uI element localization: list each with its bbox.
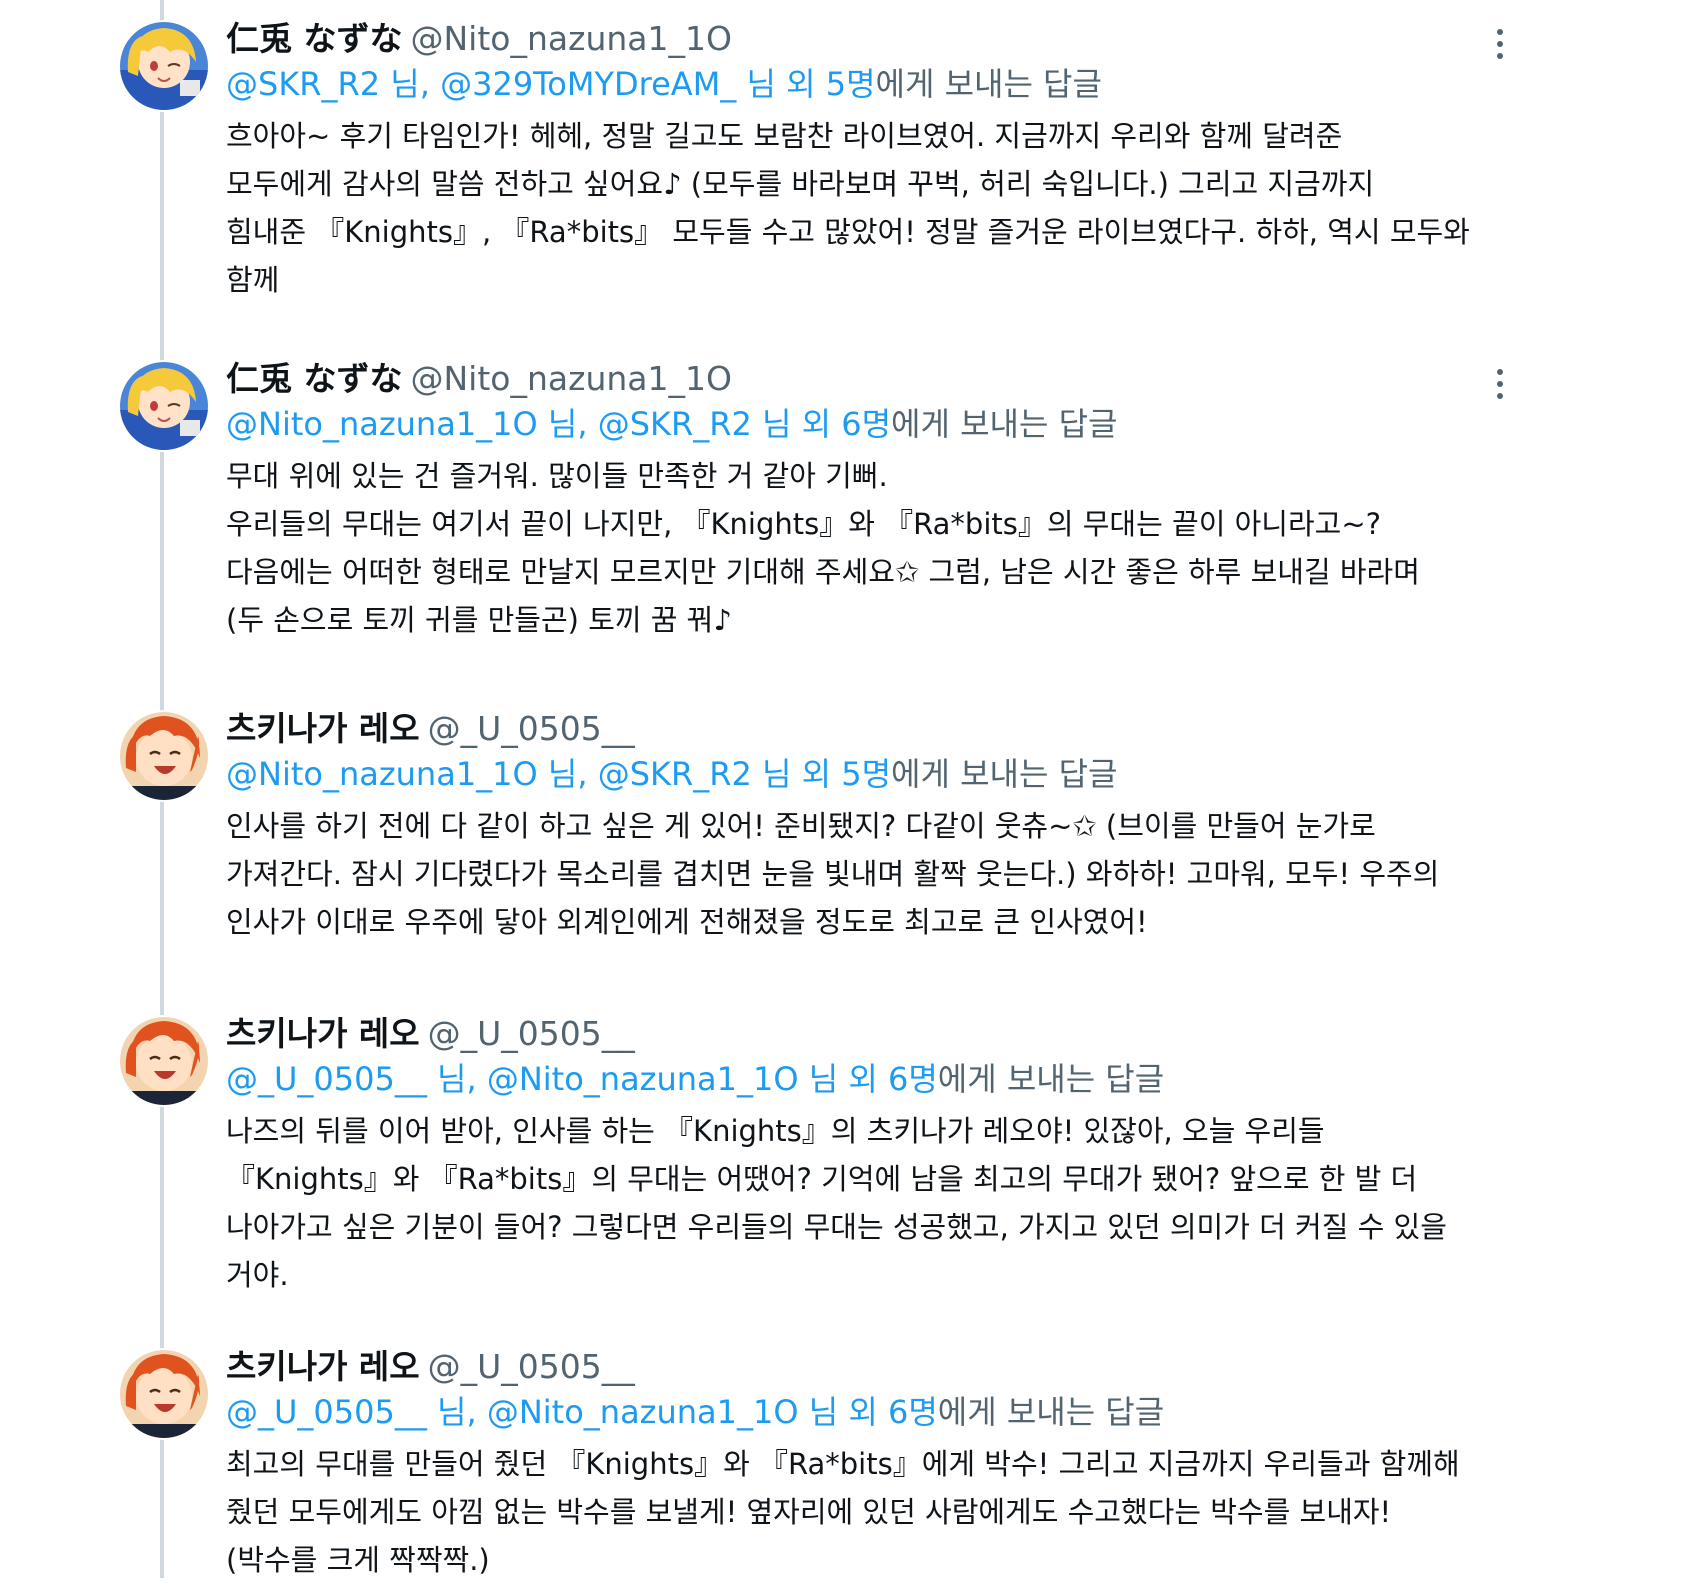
tweet-text-line: 거야. xyxy=(226,1258,289,1292)
reply-to-line: @_U_0505__ 님, @Nito_nazuna1_1O 님 외 6명에게 … xyxy=(226,1390,1556,1434)
others-count-link[interactable]: 5명 xyxy=(826,65,876,103)
others-count-link[interactable]: 6명 xyxy=(888,1393,938,1431)
tweet-text: 인사를 하기 전에 다 같이 하고 싶은 게 있어! 준비됐지? 다같이 웃츄~… xyxy=(226,802,1556,946)
author-handle[interactable]: @Nito_nazuna1_1O xyxy=(411,19,732,58)
reply-suffix: 에게 보내는 답글 xyxy=(937,1393,1165,1431)
tweet-text-line: 줬던 모두에게도 아낌 없는 박수를 보낼게! 옆자리에 있던 사람에게도 수고… xyxy=(226,1495,1392,1529)
others-count-link[interactable]: 5명 xyxy=(841,755,891,793)
mention-link[interactable]: @_U_0505__ xyxy=(226,1060,427,1098)
reply-suffix: 에게 보내는 답글 xyxy=(891,405,1118,443)
avatar[interactable] xyxy=(118,360,210,452)
author-handle[interactable]: @_U_0505__ xyxy=(428,1347,635,1386)
tweet-text-line: 최고의 무대를 만들어 줬던 『Knights』와 『Ra*bits』에게 박수… xyxy=(226,1447,1460,1481)
author-name[interactable]: 仁兎 なずな xyxy=(226,19,403,58)
tweet-text-line: (박수를 크게 짝짝짝.) xyxy=(226,1543,490,1577)
reply-to-line: @SKR_R2 님, @329ToMYDreAM_ 님 외 5명에게 보내는 답… xyxy=(226,62,1556,106)
reply-separator: 님, xyxy=(537,405,598,443)
tweet-text-line: 가져간다. 잠시 기다렸다가 목소리를 겹치면 눈을 빛내며 활짝 웃는다.) … xyxy=(226,857,1440,891)
tweet-text-line: 다음에는 어떠한 형태로 만날지 모르지만 기대해 주세요✩ 그럼, 남은 시간… xyxy=(226,555,1420,589)
tweet-text-line: 우리들의 무대는 여기서 끝이 나지만, 『Knights』와 『Ra*bits… xyxy=(226,507,1382,541)
tweet-text: 나즈의 뒤를 이어 받아, 인사를 하는 『Knights』의 츠키나가 레오야… xyxy=(226,1107,1556,1299)
reply-to-line: @Nito_nazuna1_1O 님, @SKR_R2 님 외 6명에게 보내는… xyxy=(226,402,1556,446)
author-name[interactable]: 츠키나가 레오 xyxy=(226,709,420,748)
avatar[interactable] xyxy=(118,1015,210,1107)
mention-link[interactable]: @Nito_nazuna1_1O xyxy=(487,1060,799,1098)
avatar[interactable] xyxy=(118,710,210,802)
avatar[interactable] xyxy=(118,20,210,112)
author-name[interactable]: 仁兎 なずな xyxy=(226,359,403,398)
more-options-icon[interactable] xyxy=(1482,364,1518,404)
mention-link[interactable]: @Nito_nazuna1_1O xyxy=(226,755,538,793)
reply-separator: 님, xyxy=(537,755,598,793)
tweet-text-line: 『Knights』와 『Ra*bits』의 무대는 어땠어? 기억에 남을 최고… xyxy=(226,1162,1418,1196)
reply-suffix: 에게 보내는 답글 xyxy=(937,1060,1165,1098)
mention-link[interactable]: @SKR_R2 xyxy=(598,755,752,793)
mention-link[interactable]: @329ToMYDreAM_ xyxy=(440,65,736,103)
others-count-link[interactable]: 6명 xyxy=(841,405,891,443)
tweet-header: 츠키나가 레오 @_U_0505__ xyxy=(226,1013,1556,1055)
reply-to-line: @Nito_nazuna1_1O 님, @SKR_R2 님 외 5명에게 보내는… xyxy=(226,752,1556,796)
reply-to-line: @_U_0505__ 님, @Nito_nazuna1_1O 님 외 6명에게 … xyxy=(226,1057,1556,1101)
reply-separator: 님, xyxy=(426,1060,487,1098)
tweet-text-line: 무대 위에 있는 건 즐거워. 많이들 만족한 거 같아 기뻐. xyxy=(226,459,888,493)
tweet-text-line: (두 손으로 토끼 귀를 만들곤) 토끼 꿈 꿔♪ xyxy=(226,603,732,637)
tweet-header: 仁兎 なずな @Nito_nazuna1_1O xyxy=(226,18,1556,60)
tweet-text-line: 나즈의 뒤를 이어 받아, 인사를 하는 『Knights』의 츠키나가 레오야… xyxy=(226,1114,1325,1148)
reply-separator: 님 외 xyxy=(736,65,826,103)
author-name[interactable]: 츠키나가 레오 xyxy=(226,1347,420,1386)
tweet-text-line: 함께 xyxy=(226,263,280,297)
mention-link[interactable]: @Nito_nazuna1_1O xyxy=(487,1393,799,1431)
tweet-text-line: 나아가고 싶은 기분이 들어? 그렇다면 우리들의 무대는 성공했고, 가지고 … xyxy=(226,1210,1447,1244)
more-options-icon[interactable] xyxy=(1482,24,1518,64)
tweet-header: 츠키나가 레오 @_U_0505__ xyxy=(226,1346,1556,1388)
others-count-link[interactable]: 6명 xyxy=(888,1060,938,1098)
tweet-text-line: 인사가 이대로 우주에 닿아 외계인에게 전해졌을 정도로 최고로 큰 인사였어… xyxy=(226,905,1148,939)
reply-separator: 님, xyxy=(380,65,441,103)
reply-separator: 님 외 xyxy=(751,755,842,793)
tweet-header: 仁兎 なずな @Nito_nazuna1_1O xyxy=(226,358,1556,400)
author-handle[interactable]: @Nito_nazuna1_1O xyxy=(411,359,732,398)
mention-link[interactable]: @SKR_R2 xyxy=(226,65,380,103)
tweet-text-line: 흐아아~ 후기 타임인가! 헤헤, 정말 길고도 보람찬 라이브였어. 지금까지… xyxy=(226,119,1343,153)
reply-separator: 님 외 xyxy=(798,1393,888,1431)
tweet-text: 흐아아~ 후기 타임인가! 헤헤, 정말 길고도 보람찬 라이브였어. 지금까지… xyxy=(226,112,1556,304)
mention-link[interactable]: @Nito_nazuna1_1O xyxy=(226,405,538,443)
author-handle[interactable]: @_U_0505__ xyxy=(428,709,635,748)
mention-link[interactable]: @SKR_R2 xyxy=(598,405,752,443)
mention-link[interactable]: @_U_0505__ xyxy=(226,1393,427,1431)
tweet-header: 츠키나가 레오 @_U_0505__ xyxy=(226,708,1556,750)
avatar[interactable] xyxy=(118,1348,210,1440)
reply-suffix: 에게 보내는 답글 xyxy=(891,755,1118,793)
reply-separator: 님 외 xyxy=(798,1060,888,1098)
tweet-text: 무대 위에 있는 건 즐거워. 많이들 만족한 거 같아 기뻐. 우리들의 무대… xyxy=(226,452,1556,644)
tweet-text-line: 인사를 하기 전에 다 같이 하고 싶은 게 있어! 준비됐지? 다같이 웃츄~… xyxy=(226,809,1376,843)
tweet-text: 최고의 무대를 만들어 줬던 『Knights』와 『Ra*bits』에게 박수… xyxy=(226,1440,1556,1584)
tweet-text-line: 모두에게 감사의 말씀 전하고 싶어요♪ (모두를 바라보며 꾸벅, 허리 숙입… xyxy=(226,167,1375,201)
author-handle[interactable]: @_U_0505__ xyxy=(428,1014,635,1053)
reply-separator: 님, xyxy=(426,1393,487,1431)
author-name[interactable]: 츠키나가 레오 xyxy=(226,1014,420,1053)
tweet-text-line: 힘내준 『Knights』, 『Ra*bits』 모두들 수고 많았어! 정말 … xyxy=(226,215,1470,249)
reply-suffix: 에게 보내는 답글 xyxy=(875,65,1102,103)
reply-separator: 님 외 xyxy=(751,405,842,443)
